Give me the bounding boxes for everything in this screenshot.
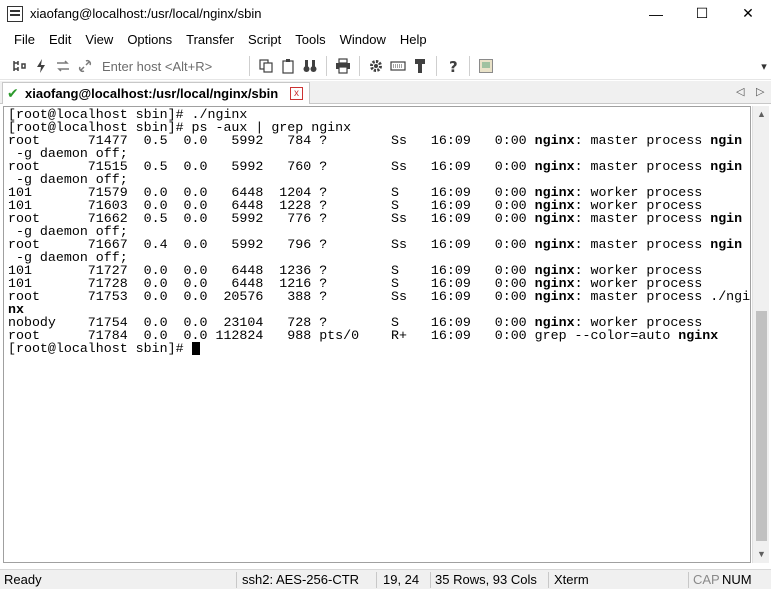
terminal-output: [root@localhost sbin]# ./nginx [root@loca… [8, 108, 750, 355]
terminal-text: : master process ./ngi [574, 289, 751, 304]
connect-icon[interactable] [8, 55, 30, 77]
toolbar-divider [469, 56, 470, 76]
print-icon[interactable] [332, 55, 354, 77]
status-protocol: ssh2: AES-256-CTR [242, 572, 360, 587]
disconnect-icon[interactable] [74, 55, 96, 77]
app-icon [7, 5, 23, 22]
session-tab[interactable]: ✔ xiaofang@localhost:/usr/local/nginx/sb… [2, 82, 310, 104]
session-tab-bar: ✔ xiaofang@localhost:/usr/local/nginx/sb… [0, 81, 771, 104]
terminal-line: [root@localhost sbin]# [8, 342, 750, 355]
status-divider [430, 572, 431, 588]
terminal-text: nginx [534, 211, 575, 226]
terminal-text: nginx [534, 237, 575, 252]
tab-close-icon[interactable]: x [290, 87, 303, 100]
status-divider [688, 572, 689, 588]
status-divider [236, 572, 237, 588]
terminal-text: ngin [710, 133, 743, 148]
menu-edit[interactable]: Edit [42, 28, 78, 51]
maximize-button[interactable]: ☐ [679, 0, 725, 27]
terminal-scrollbar[interactable]: ▲ ▼ [752, 106, 769, 563]
menu-transfer[interactable]: Transfer [179, 28, 241, 51]
terminal-text: nginx [534, 289, 575, 304]
menu-bar: File Edit View Options Transfer Script T… [0, 28, 771, 51]
status-ready: Ready [4, 572, 42, 587]
tab-scroll-right-icon[interactable]: ▷ [756, 85, 764, 98]
tab-scroll-left-icon[interactable]: ◁ [736, 85, 744, 98]
terminal-cursor [191, 342, 200, 355]
terminal-text: ngin [710, 211, 743, 226]
terminal-text: root 71753 0.0 0.0 20576 388 ? Ss 16:09 … [8, 289, 535, 304]
close-button[interactable]: ✕ [725, 0, 771, 27]
toolbar-divider [249, 56, 250, 76]
paste-icon[interactable] [277, 55, 299, 77]
terminal-text: : master process [574, 237, 711, 252]
menu-options[interactable]: Options [120, 28, 179, 51]
terminal-text: : master process [574, 133, 711, 148]
terminal-text: nginx [534, 133, 575, 148]
menu-file[interactable]: File [7, 28, 42, 51]
terminal-line: root 71753 0.0 0.0 20576 388 ? Ss 16:09 … [8, 290, 750, 303]
status-cursor-position: 19, 24 [383, 572, 420, 587]
terminal-text: : master process [574, 211, 711, 226]
status-num-lock: NUM [722, 572, 752, 587]
status-terminal-size: 35 Rows, 93 Cols [435, 572, 537, 587]
menu-help[interactable]: Help [393, 28, 434, 51]
menu-window[interactable]: Window [333, 28, 393, 51]
reconnect-icon[interactable] [52, 55, 74, 77]
terminal-area[interactable]: [root@localhost sbin]# ./nginx [root@loca… [3, 106, 751, 563]
menu-script[interactable]: Script [241, 28, 288, 51]
settings-icon[interactable] [365, 55, 387, 77]
help-icon[interactable]: ? [442, 55, 464, 77]
connected-check-icon: ✔ [7, 85, 19, 101]
minimize-button[interactable]: — [633, 0, 679, 27]
menu-tools[interactable]: Tools [288, 28, 332, 51]
toolbar-divider [326, 56, 327, 76]
status-emulation: Xterm [554, 572, 589, 587]
scrollbar-thumb[interactable] [756, 311, 767, 541]
scroll-up-icon[interactable]: ▲ [753, 106, 770, 123]
scroll-down-icon[interactable]: ▼ [753, 546, 770, 563]
session-tab-label: xiaofang@localhost:/usr/local/nginx/sbin [25, 86, 279, 101]
status-caps-lock: CAP [693, 572, 720, 587]
window-title: xiaofang@localhost:/usr/local/nginx/sbin [30, 6, 262, 21]
toolbar-divider [436, 56, 437, 76]
terminal-text: ngin [710, 237, 743, 252]
quick-connect-icon[interactable] [30, 55, 52, 77]
toolbar-divider [359, 56, 360, 76]
copy-icon[interactable] [255, 55, 277, 77]
keymap-icon[interactable] [387, 55, 409, 77]
terminal-text: nginx [534, 159, 575, 174]
find-icon[interactable] [299, 55, 321, 77]
status-divider [548, 572, 549, 588]
status-divider [376, 572, 377, 588]
sftp-icon[interactable] [409, 55, 431, 77]
status-bar: Ready ssh2: AES-256-CTR 19, 24 35 Rows, … [0, 569, 771, 589]
screenshot-icon[interactable] [475, 55, 497, 77]
menu-view[interactable]: View [78, 28, 120, 51]
toolbar-overflow-icon[interactable]: ▾ [757, 60, 771, 73]
toolbar: Enter host <Alt+R> ? ▾ [0, 53, 771, 80]
enter-host-input[interactable]: Enter host <Alt+R> [96, 59, 244, 74]
title-bar: xiaofang@localhost:/usr/local/nginx/sbin… [0, 0, 771, 27]
terminal-text: : master process [574, 159, 711, 174]
svg-text:?: ? [449, 58, 458, 74]
terminal-text: nginx [678, 328, 719, 343]
terminal-text: [root@localhost sbin]# [8, 341, 192, 356]
terminal-text: ngin [710, 159, 743, 174]
